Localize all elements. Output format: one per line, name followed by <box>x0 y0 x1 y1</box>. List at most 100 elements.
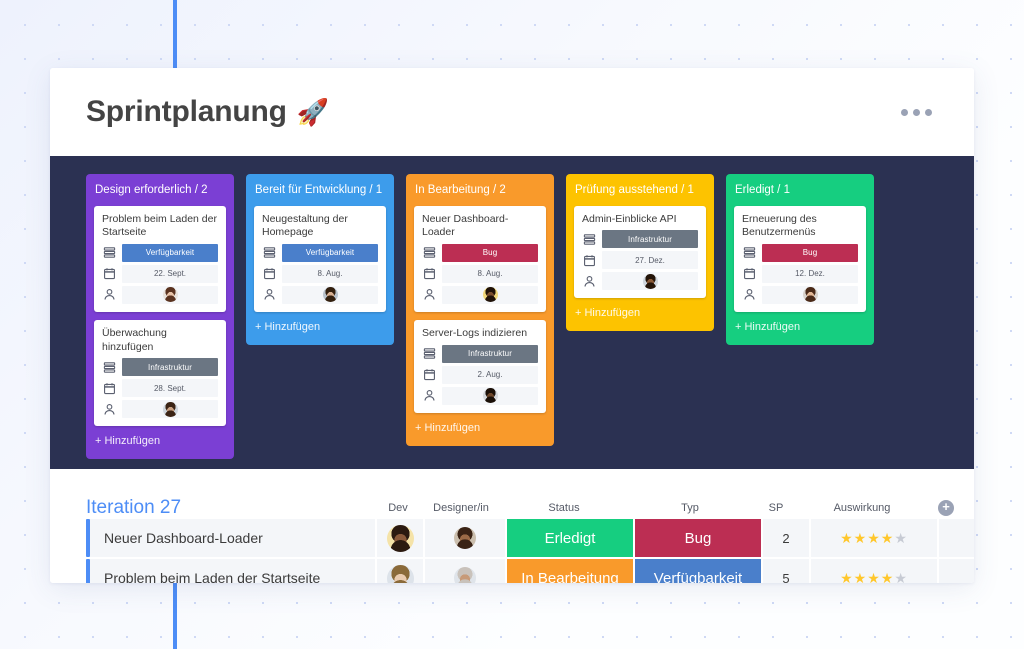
dot-3 <box>925 108 932 116</box>
column-cards: Neuer Dashboard-Loader Bug 8. Aug. Server-L… <box>406 205 554 413</box>
card-date-row: 8. Aug. <box>262 264 378 283</box>
person-icon <box>582 274 596 288</box>
board-column: Prüfung ausstehend / 1 Admin-Einblicke AP… <box>566 174 714 332</box>
add-card-button[interactable]: + Hinzufügen <box>726 312 874 343</box>
card-assignee-cell[interactable] <box>602 272 698 291</box>
add-card-button[interactable]: + Hinzufügen <box>566 298 714 329</box>
card-assignee-cell[interactable] <box>442 386 538 405</box>
row-sp[interactable]: 2 <box>763 519 809 557</box>
row-status[interactable]: In Bearbeitung <box>507 559 633 583</box>
card-date[interactable]: 28. Sept. <box>122 379 218 398</box>
board-card[interactable]: Erneuerung des Benutzermenüs Bug 12. Dez. <box>734 205 866 312</box>
row-extra-cell[interactable] <box>939 519 974 557</box>
add-card-button[interactable]: + Hinzufügen <box>246 312 394 343</box>
column-header-typ: Typ <box>681 502 699 514</box>
card-tag[interactable]: Infrastruktur <box>122 358 218 377</box>
card-assignee-cell[interactable] <box>442 285 538 304</box>
row-sp[interactable]: 5 <box>763 559 809 583</box>
card-assignee-cell[interactable] <box>122 285 218 304</box>
board-card[interactable]: Problem beim Laden der Startseite Verfügb… <box>94 205 226 312</box>
avatar <box>322 287 338 303</box>
card-date-row: 8. Aug. <box>422 264 538 283</box>
more-options-icon[interactable] <box>897 101 936 124</box>
card-person-row <box>262 285 378 304</box>
star-icon[interactable]: ★ <box>854 530 868 546</box>
card-title: Erneuerung des Benutzermenüs <box>742 212 817 239</box>
card-date[interactable]: 8. Aug. <box>282 264 378 283</box>
star-icon[interactable]: ★ <box>854 570 868 584</box>
card-tag-row: Verfügbarkeit <box>262 243 378 262</box>
card-date[interactable]: 12. Dez. <box>762 264 858 283</box>
dot-2 <box>913 108 920 116</box>
card-tag[interactable]: Verfügbarkeit <box>282 243 378 262</box>
row-designer-cell[interactable] <box>425 519 505 557</box>
card-person-row <box>102 400 218 419</box>
row-dev-cell[interactable] <box>377 519 423 557</box>
card-title: Server-Logs indizieren <box>422 326 528 339</box>
calendar-icon <box>742 267 756 281</box>
column-title: Design erforderlich / 2 <box>95 184 208 196</box>
column-cards: Neugestaltung der Homepage Verfügbarkeit 8… <box>246 205 394 312</box>
row-extra-cell[interactable] <box>939 559 974 583</box>
card-date-row: 12. Dez. <box>742 264 858 283</box>
row-status[interactable]: Erledigt <box>507 519 633 557</box>
board-column: Erledigt / 1 Erneuerung des Benutzermenüs… <box>726 174 874 345</box>
card-tag[interactable]: Bug <box>442 243 538 262</box>
row-designer-cell[interactable] <box>425 559 505 583</box>
board-card[interactable]: Neugestaltung der Homepage Verfügbarkeit 8… <box>254 205 386 312</box>
row-title[interactable]: Problem beim Laden der Startseite <box>90 559 375 583</box>
row-auswirkung[interactable]: ★★★★★ <box>811 559 937 583</box>
row-typ[interactable]: Verfügbarkeit <box>635 559 761 583</box>
card-assignee-cell[interactable] <box>122 400 218 419</box>
card-tag[interactable]: Infrastruktur <box>602 230 698 249</box>
avatar <box>642 273 658 289</box>
star-icon[interactable]: ★ <box>840 530 854 546</box>
card-assignee-cell[interactable] <box>282 285 378 304</box>
card-tag[interactable]: Verfügbarkeit <box>122 243 218 262</box>
board-card[interactable]: Überwachung hinzufügen Infrastruktur 28. S… <box>94 319 226 427</box>
person-icon <box>102 402 116 416</box>
star-icon[interactable]: ★ <box>894 530 908 546</box>
star-icon[interactable]: ★ <box>881 570 895 584</box>
card-tag[interactable]: Infrastruktur <box>442 344 538 363</box>
add-column-icon[interactable]: + <box>938 500 954 516</box>
table-row[interactable]: Neuer Dashboard-Loader Erledigt Bug 2 ★★★★★ <box>86 519 974 557</box>
add-card-button[interactable]: + Hinzufügen <box>406 413 554 444</box>
person-icon <box>742 288 756 302</box>
row-auswirkung[interactable]: ★★★★★ <box>811 519 937 557</box>
card-title: Problem beim Laden der Startseite <box>102 212 217 239</box>
table-row[interactable]: Problem beim Laden der Startseite In Bear… <box>86 559 974 583</box>
card-date[interactable]: 22. Sept. <box>122 264 218 283</box>
calendar-icon <box>422 267 436 281</box>
avatar-designer <box>454 567 476 583</box>
column-header-status: Status <box>548 502 580 514</box>
row-typ[interactable]: Bug <box>635 519 761 557</box>
card-tag-row: Infrastruktur <box>422 344 538 363</box>
card-tag[interactable]: Bug <box>762 243 858 262</box>
star-icon[interactable]: ★ <box>867 530 881 546</box>
board-card[interactable]: Neuer Dashboard-Loader Bug 8. Aug. <box>414 205 546 312</box>
star-icon[interactable]: ★ <box>894 570 908 584</box>
card-tag-row: Infrastruktur <box>582 230 698 249</box>
board-column: In Bearbeitung / 2 Neuer Dashboard-Loader… <box>406 174 554 446</box>
card-assignee-cell[interactable] <box>762 285 858 304</box>
card-date[interactable]: 27. Dez. <box>602 251 698 270</box>
card-date-row: 22. Sept. <box>102 264 218 283</box>
avatar-designer <box>454 527 476 549</box>
column-title: Prüfung ausstehend / 1 <box>575 184 694 196</box>
row-dev-cell[interactable] <box>377 559 423 583</box>
card-person-row <box>102 285 218 304</box>
card-date[interactable]: 2. Aug. <box>442 365 538 384</box>
board-card[interactable]: Admin-Einblicke API Infrastruktur 27. Dez. <box>574 205 706 299</box>
star-icon[interactable]: ★ <box>881 530 895 546</box>
card-tag-row: Infrastruktur <box>102 358 218 377</box>
add-card-button[interactable]: + Hinzufügen <box>86 426 234 457</box>
column-cards: Problem beim Laden der Startseite Verfügb… <box>86 205 234 427</box>
row-title[interactable]: Neuer Dashboard-Loader <box>90 519 375 557</box>
card-tag-row: Verfügbarkeit <box>102 243 218 262</box>
card-date[interactable]: 8. Aug. <box>442 264 538 283</box>
star-icon[interactable]: ★ <box>840 570 854 584</box>
star-icon[interactable]: ★ <box>867 570 881 584</box>
card-title: Überwachung hinzufügen <box>102 326 167 353</box>
board-card[interactable]: Server-Logs indizieren Infrastruktur 2. Au… <box>414 319 546 413</box>
